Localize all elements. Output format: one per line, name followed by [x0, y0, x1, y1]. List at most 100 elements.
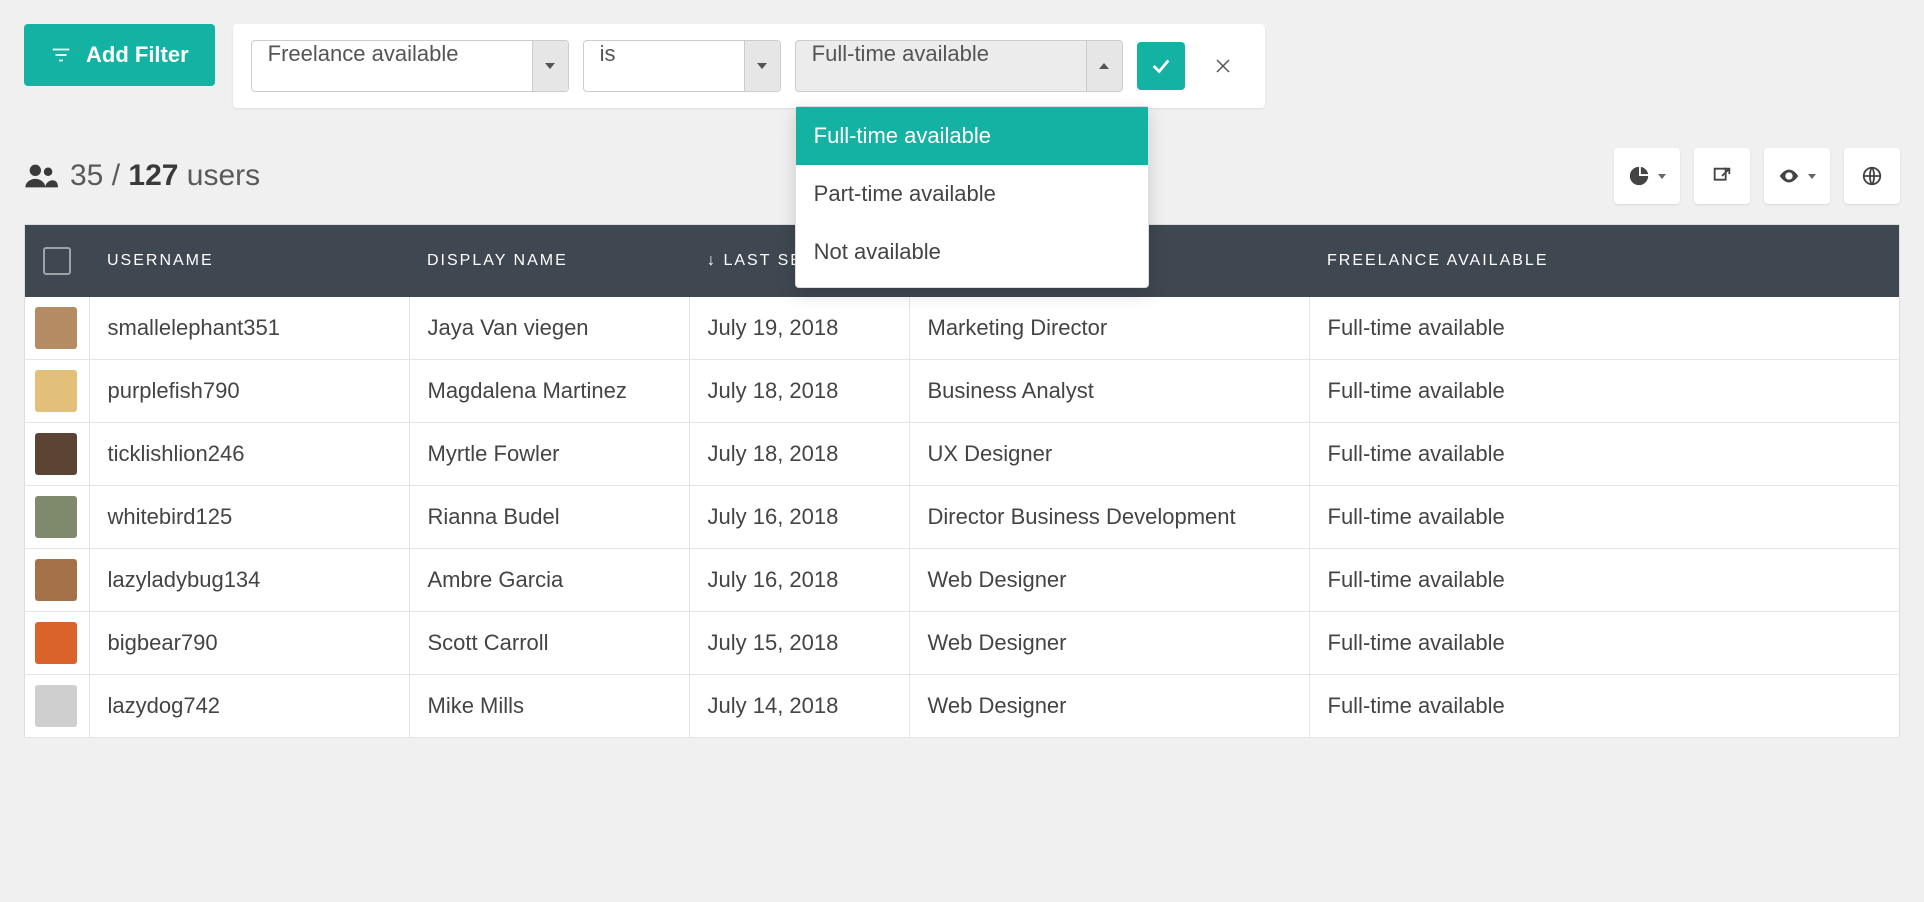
unit-label: users: [187, 159, 260, 192]
chevron-down-icon: [1658, 174, 1666, 179]
column-header-freelance[interactable]: Freelance Available: [1309, 225, 1900, 298]
cell-specialization: Web Designer: [909, 612, 1309, 675]
users-table: Username Display Name ↓ Last Seen Freela…: [24, 224, 1900, 738]
confirm-filter-button[interactable]: [1137, 42, 1185, 90]
cell-display-name: Ambre Garcia: [409, 549, 689, 612]
column-header-display-name[interactable]: Display Name: [409, 225, 689, 298]
avatar-cell: [25, 297, 90, 360]
sort-arrow-down-icon: ↓: [707, 252, 717, 269]
cell-display-name: Magdalena Martinez: [409, 360, 689, 423]
avatar: [35, 559, 77, 601]
cell-last-seen: July 15, 2018: [689, 612, 909, 675]
dropdown-option[interactable]: Full-time available: [796, 107, 1148, 165]
select-all-header[interactable]: [25, 225, 90, 298]
cell-specialization: UX Designer: [909, 423, 1309, 486]
cell-display-name: Scott Carroll: [409, 612, 689, 675]
avatar-cell: [25, 675, 90, 738]
cell-specialization: Web Designer: [909, 549, 1309, 612]
users-icon: [24, 159, 58, 193]
filter-operator-value: is: [584, 41, 744, 91]
cell-last-seen: July 14, 2018: [689, 675, 909, 738]
column-header-username[interactable]: Username: [89, 225, 409, 298]
table-row[interactable]: ticklishlion246Myrtle FowlerJuly 18, 201…: [25, 423, 1900, 486]
visibility-split-button[interactable]: [1764, 148, 1830, 204]
cell-specialization: Marketing Director: [909, 297, 1309, 360]
close-icon: [1214, 57, 1232, 75]
add-filter-label: Add Filter: [86, 42, 189, 68]
checkbox-icon: [43, 247, 71, 275]
avatar-cell: [25, 486, 90, 549]
cell-username: purplefish790: [89, 360, 409, 423]
avatar-cell: [25, 549, 90, 612]
cell-last-seen: July 18, 2018: [689, 423, 909, 486]
avatar: [35, 370, 77, 412]
cell-username: whitebird125: [89, 486, 409, 549]
cell-display-name: Rianna Budel: [409, 486, 689, 549]
globe-button[interactable]: [1844, 148, 1900, 204]
chevron-up-icon: [1086, 41, 1122, 91]
chevron-down-icon: [1808, 174, 1816, 179]
total-count: 127: [128, 159, 178, 192]
chevron-down-icon: [744, 41, 780, 91]
filter-operator-select[interactable]: is: [583, 40, 781, 92]
cell-username: lazydog742: [89, 675, 409, 738]
avatar: [35, 307, 77, 349]
cell-last-seen: July 16, 2018: [689, 549, 909, 612]
table-row[interactable]: purplefish790Magdalena MartinezJuly 18, …: [25, 360, 1900, 423]
cell-last-seen: July 18, 2018: [689, 360, 909, 423]
cell-specialization: Director Business Development: [909, 486, 1309, 549]
cell-display-name: Jaya Van viegen: [409, 297, 689, 360]
cell-username: bigbear790: [89, 612, 409, 675]
avatar: [35, 496, 77, 538]
filter-value-text: Full-time available: [796, 41, 1086, 91]
filter-value-select[interactable]: Full-time available: [795, 40, 1123, 92]
table-row[interactable]: whitebird125Rianna BudelJuly 16, 2018Dir…: [25, 486, 1900, 549]
table-row[interactable]: lazyladybug134Ambre GarciaJuly 16, 2018W…: [25, 549, 1900, 612]
cell-display-name: Mike Mills: [409, 675, 689, 738]
filter-builder-panel: Freelance available is Full-time availab…: [233, 24, 1265, 108]
filter-value-dropdown: Full-time available Part-time available …: [795, 106, 1149, 288]
results-count: 35 / 127 users: [24, 159, 260, 193]
table-row[interactable]: lazydog742Mike MillsJuly 14, 2018Web Des…: [25, 675, 1900, 738]
add-filter-button[interactable]: Add Filter: [24, 24, 215, 86]
globe-icon: [1861, 165, 1883, 187]
eye-icon: [1778, 165, 1800, 187]
cell-freelance: Full-time available: [1309, 423, 1900, 486]
cell-display-name: Myrtle Fowler: [409, 423, 689, 486]
filter-field-value: Freelance available: [252, 41, 532, 91]
cell-username: smallelephant351: [89, 297, 409, 360]
cell-freelance: Full-time available: [1309, 297, 1900, 360]
table-toolbar: [1614, 148, 1900, 204]
cell-username: lazyladybug134: [89, 549, 409, 612]
pie-chart-icon: [1628, 165, 1650, 187]
cell-freelance: Full-time available: [1309, 486, 1900, 549]
cell-freelance: Full-time available: [1309, 612, 1900, 675]
cancel-filter-button[interactable]: [1199, 42, 1247, 90]
table-row[interactable]: smallelephant351Jaya Van viegenJuly 19, …: [25, 297, 1900, 360]
filter-field-select[interactable]: Freelance available: [251, 40, 569, 92]
cell-last-seen: July 16, 2018: [689, 486, 909, 549]
cell-last-seen: July 19, 2018: [689, 297, 909, 360]
avatar-cell: [25, 423, 90, 486]
dropdown-option[interactable]: Part-time available: [796, 165, 1148, 223]
chart-split-button[interactable]: [1614, 148, 1680, 204]
avatar-cell: [25, 612, 90, 675]
chevron-down-icon: [532, 41, 568, 91]
filter-icon: [50, 44, 72, 66]
avatar: [35, 433, 77, 475]
table-row[interactable]: bigbear790Scott CarrollJuly 15, 2018Web …: [25, 612, 1900, 675]
avatar: [35, 622, 77, 664]
cell-freelance: Full-time available: [1309, 675, 1900, 738]
avatar-cell: [25, 360, 90, 423]
cell-freelance: Full-time available: [1309, 549, 1900, 612]
cell-specialization: Web Designer: [909, 675, 1309, 738]
check-icon: [1150, 55, 1172, 77]
export-icon: [1711, 165, 1733, 187]
dropdown-option[interactable]: Not available: [796, 223, 1148, 281]
cell-specialization: Business Analyst: [909, 360, 1309, 423]
avatar: [35, 685, 77, 727]
export-button[interactable]: [1694, 148, 1750, 204]
cell-freelance: Full-time available: [1309, 360, 1900, 423]
cell-username: ticklishlion246: [89, 423, 409, 486]
filtered-count: 35: [70, 159, 103, 192]
